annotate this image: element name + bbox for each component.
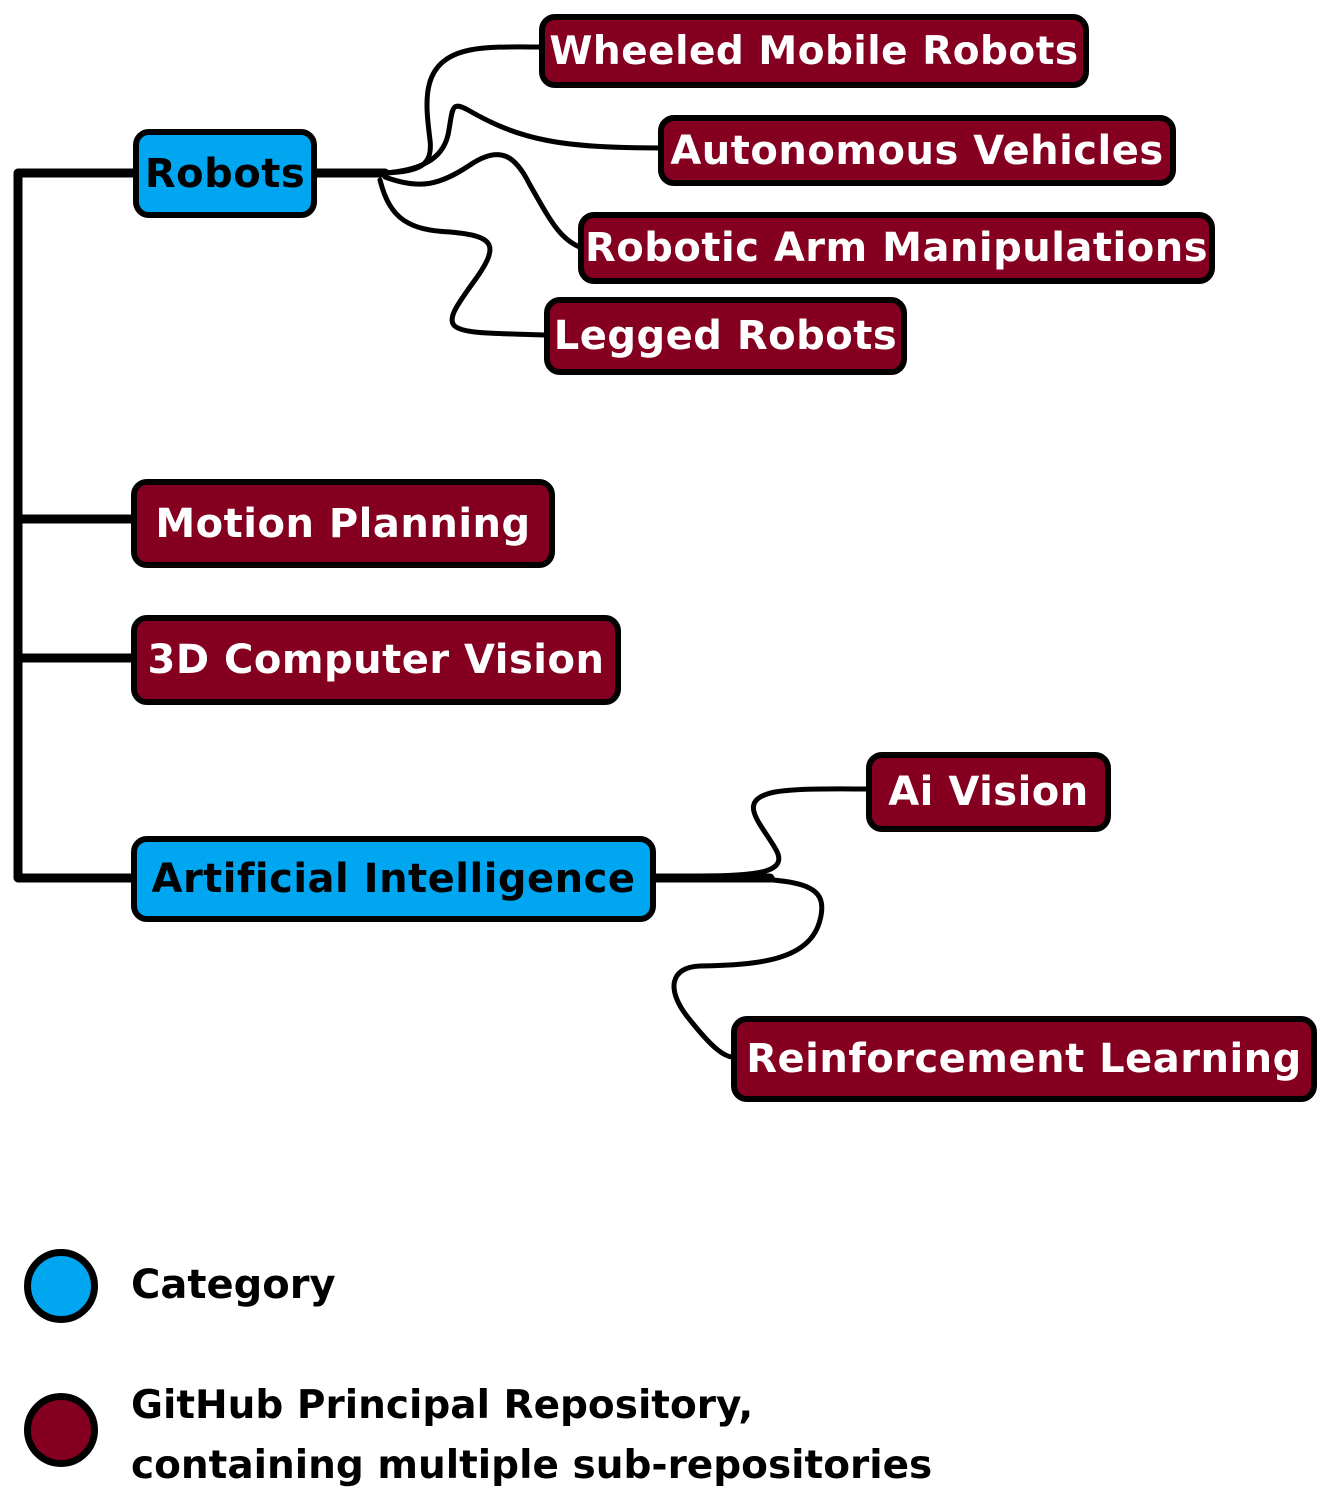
node-3d-computer-vision-label: 3D Computer Vision (147, 637, 605, 683)
legend-repository-line-2: containing multiple sub-repositories (131, 1443, 933, 1488)
node-autonomous-vehicles-label: Autonomous Vehicles (670, 127, 1164, 174)
node-robots[interactable]: Robots (133, 129, 317, 218)
node-reinforcement-learning[interactable]: Reinforcement Learning (731, 1016, 1317, 1102)
node-wheeled-mobile-robots-label: Wheeled Mobile Robots (549, 28, 1079, 74)
node-wheeled-mobile-robots[interactable]: Wheeled Mobile Robots (539, 14, 1089, 88)
node-reinforcement-learning-label: Reinforcement Learning (746, 1036, 1302, 1082)
edge-robots-legged (377, 177, 551, 338)
node-artificial-intelligence-label: Artificial Intelligence (151, 856, 636, 902)
legend-repository-label: GitHub Principal Repository, containing … (131, 1376, 932, 1496)
node-legged-robots-label: Legged Robots (553, 313, 898, 359)
node-robotic-arm-manipulations[interactable]: Robotic Arm Manipulations (578, 212, 1215, 284)
node-legged-robots[interactable]: Legged Robots (544, 297, 907, 375)
legend-repository-swatch (24, 1393, 98, 1467)
node-motion-planning[interactable]: Motion Planning (131, 479, 555, 568)
node-artificial-intelligence[interactable]: Artificial Intelligence (131, 836, 656, 922)
trunk-line (13, 168, 141, 883)
node-autonomous-vehicles[interactable]: Autonomous Vehicles (658, 115, 1176, 186)
node-ai-vision[interactable]: Ai Vision (866, 752, 1111, 832)
node-ai-vision-label: Ai Vision (888, 769, 1089, 815)
legend-category-swatch (24, 1249, 98, 1323)
legend-repository-line-1: GitHub Principal Repository, (131, 1383, 754, 1428)
node-3d-computer-vision[interactable]: 3D Computer Vision (131, 615, 621, 705)
legend-category-label: Category (131, 1262, 336, 1308)
node-robots-label: Robots (144, 150, 306, 197)
edge-ai-aivision (697, 786, 873, 879)
node-motion-planning-label: Motion Planning (155, 500, 531, 547)
node-robotic-arm-manipulations-label: Robotic Arm Manipulations (584, 225, 1209, 271)
